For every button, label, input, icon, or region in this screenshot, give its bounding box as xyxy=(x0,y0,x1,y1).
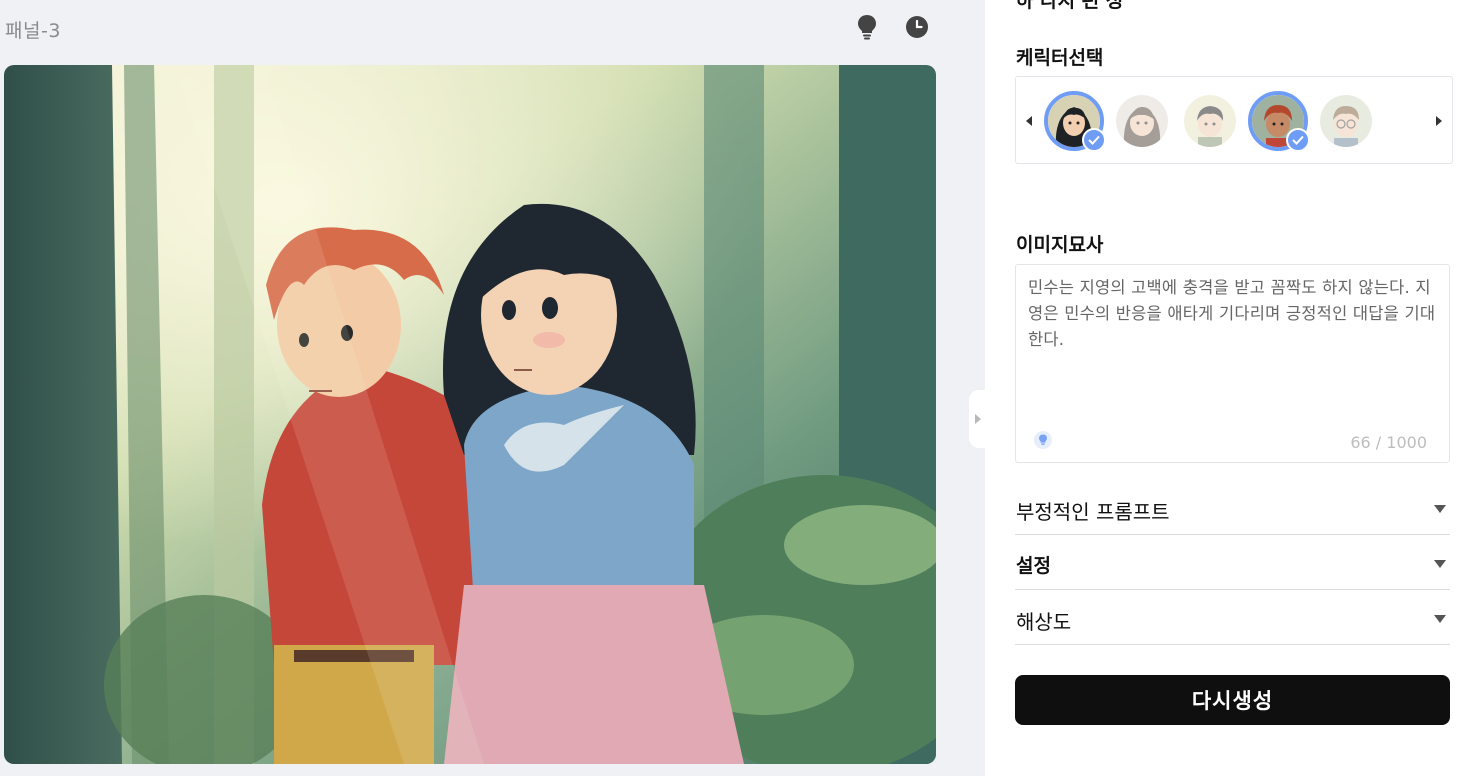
image-description-text[interactable]: 민수는 지영의 고백에 충격을 받고 꼼짝도 하지 않는다. 지영은 민수의 반… xyxy=(1028,275,1438,353)
carousel-prev-arrow[interactable] xyxy=(1022,114,1036,128)
character-avatar[interactable] xyxy=(1180,91,1240,151)
selected-check-icon xyxy=(1082,128,1106,152)
regenerate-button[interactable]: 다시생성 xyxy=(1015,675,1450,725)
character-counter: 66 / 1000 xyxy=(1350,433,1427,452)
character-avatar[interactable] xyxy=(1248,91,1310,152)
accordion-negative-prompt[interactable]: 부정적인 프롬프트 xyxy=(1015,480,1450,535)
lightbulb-icon[interactable] xyxy=(853,13,881,41)
panel-title: 패널-3 xyxy=(5,20,61,42)
chevron-down-icon xyxy=(1434,615,1446,623)
carousel-next-arrow[interactable] xyxy=(1432,114,1446,128)
accordion-label: 부정적인 프롬프트 xyxy=(1016,500,1170,524)
chevron-down-icon xyxy=(1434,560,1446,568)
chevron-down-icon xyxy=(1434,505,1446,513)
accordion-resolution[interactable]: 해상도 xyxy=(1015,590,1450,645)
accordion-settings[interactable]: 설정 xyxy=(1015,535,1450,590)
image-description-label: 이미지묘사 xyxy=(1016,234,1104,256)
history-clock-icon[interactable] xyxy=(903,13,931,41)
character-avatar[interactable] xyxy=(1044,91,1106,152)
character-avatar[interactable] xyxy=(1112,91,1172,151)
caret-right-icon xyxy=(975,414,981,424)
lightbulb-hint-icon[interactable] xyxy=(1033,430,1053,450)
character-carousel xyxy=(1015,76,1453,164)
accordion-label: 설정 xyxy=(1016,555,1051,577)
character-select-label: 케릭터선택 xyxy=(1016,47,1104,69)
generated-panel-image[interactable] xyxy=(4,65,936,764)
accordion-label: 해상도 xyxy=(1016,610,1072,634)
character-avatar[interactable] xyxy=(1316,91,1376,151)
sidebar: 하 다시 편 성 케릭터선택 이미지묘사 민수는 지영의 고백에 충격을 받고 … xyxy=(985,0,1465,776)
sidebar-title: 하 다시 편 성 xyxy=(1016,0,1124,12)
image-description-textarea[interactable]: 민수는 지영의 고백에 충격을 받고 꼼짝도 하지 않는다. 지영은 민수의 반… xyxy=(1015,264,1450,463)
selected-check-icon xyxy=(1286,128,1310,152)
